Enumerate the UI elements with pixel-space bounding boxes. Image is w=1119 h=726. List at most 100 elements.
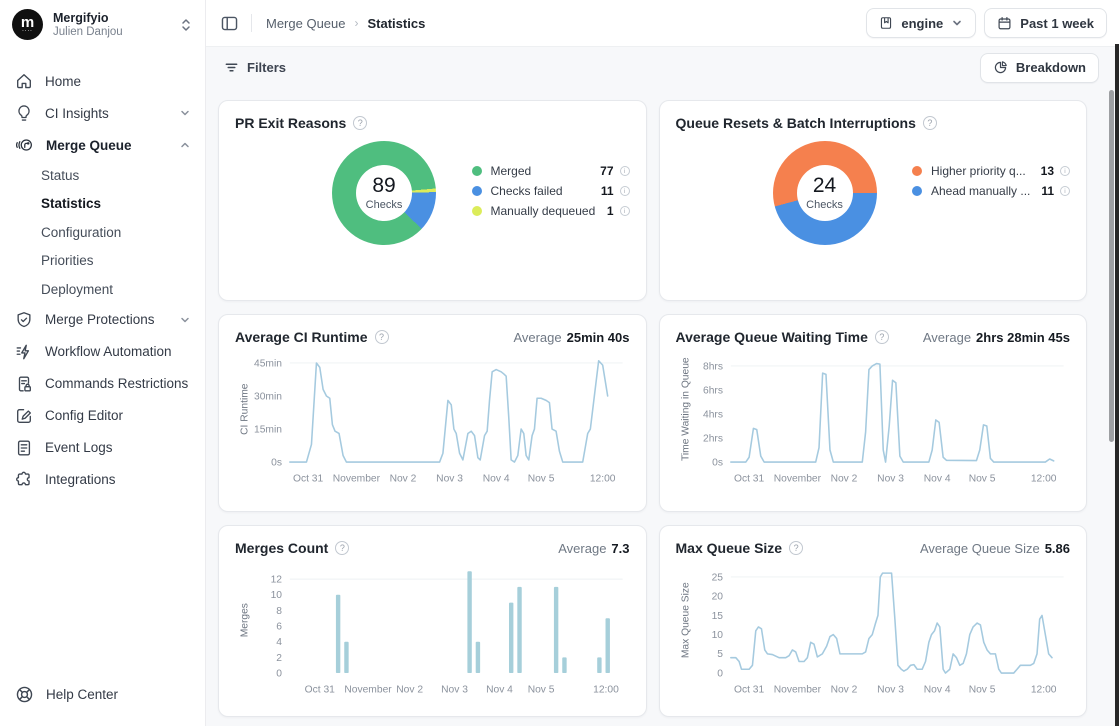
sidebar-item-label: Merge Protections — [45, 312, 167, 327]
x-tick-label: Nov 4 — [923, 474, 950, 485]
updown-chevron-icon — [179, 18, 193, 32]
vertical-scrollbar-thumb[interactable] — [1109, 90, 1114, 442]
bar — [562, 657, 566, 673]
legend-item[interactable]: Ahead manually ...11i — [912, 181, 1070, 201]
chevron-up-icon — [179, 139, 191, 151]
home-icon — [15, 72, 33, 90]
lifebuoy-icon — [15, 685, 34, 704]
average-value: 2hrs 28min 45s — [976, 330, 1070, 345]
sidebar-item-merge-queue[interactable]: Merge Queue — [0, 129, 205, 161]
help-icon[interactable]: ? — [875, 330, 889, 344]
help-icon[interactable]: ? — [375, 330, 389, 344]
help-center-label: Help Center — [46, 687, 118, 702]
repository-select[interactable]: engine — [866, 8, 976, 38]
legend-value: 1 — [607, 204, 614, 218]
time-range-button[interactable]: Past 1 week — [984, 8, 1107, 38]
card-title: Average Queue Waiting Time — [676, 329, 868, 345]
x-tick-label: Oct 31 — [305, 685, 336, 696]
legend-dot — [912, 166, 922, 176]
x-tick-label: Nov 4 — [486, 685, 513, 696]
filters-button[interactable]: Filters — [214, 53, 296, 83]
y-tick-label: 15min — [254, 424, 282, 435]
legend-item[interactable]: Checks failed11i — [472, 181, 630, 201]
line-chart: 0510152025Oct 31NovemberNov 2Nov 3Nov 4N… — [676, 558, 1071, 710]
sidebar-item-commands-restrictions[interactable]: Commands Restrictions — [0, 368, 205, 400]
sidebar-item-label: Commands Restrictions — [45, 376, 191, 391]
help-center-button[interactable]: Help Center — [0, 677, 205, 712]
legend-dot — [472, 186, 482, 196]
legend-item[interactable]: Manually dequeued1i — [472, 201, 630, 221]
y-tick-label: 6 — [276, 621, 282, 632]
sidebar-item-deployment[interactable]: Deployment — [0, 275, 205, 304]
info-icon[interactable]: i — [1060, 186, 1070, 196]
x-tick-label: Nov 5 — [968, 474, 995, 485]
sidebar-item-status[interactable]: Status — [0, 161, 205, 190]
sidebar: m.... Mergifyio Julien Danjou Home CI In… — [0, 0, 206, 726]
legend-value: 11 — [601, 184, 614, 198]
workspace-user: Julien Danjou — [53, 26, 169, 38]
breakdown-button[interactable]: Breakdown — [980, 53, 1099, 83]
y-axis-title: Time Waiting in Queue — [680, 357, 691, 461]
y-tick-label: 25 — [711, 572, 723, 583]
x-tick-label: November — [333, 474, 381, 485]
repository-select-value: engine — [901, 16, 943, 31]
help-icon[interactable]: ? — [789, 541, 803, 555]
dashboard-grid: PR Exit Reasons ? 89 Checks Merged77iChe… — [206, 88, 1099, 717]
sidebar-item-merge-protections[interactable]: Merge Protections — [0, 304, 205, 336]
y-axis-title: Merges — [240, 603, 251, 637]
x-tick-label: Nov 5 — [528, 685, 555, 696]
donut-chart: 89 Checks — [332, 141, 436, 245]
bar — [606, 618, 610, 673]
x-tick-label: November — [773, 685, 821, 696]
sidebar-item-configuration[interactable]: Configuration — [0, 218, 205, 247]
workspace-switcher[interactable]: m.... Mergifyio Julien Danjou — [0, 0, 205, 49]
y-tick-label: 10 — [271, 590, 283, 601]
sidebar-toggle-button[interactable] — [220, 14, 239, 33]
legend-item[interactable]: Merged77 i — [472, 161, 630, 181]
x-tick-label: Nov 5 — [528, 474, 555, 485]
card-pr-exit-reasons: PR Exit Reasons ? 89 Checks Merged77iChe… — [218, 100, 647, 301]
x-tick-label: Nov 3 — [877, 685, 904, 696]
help-icon[interactable]: ? — [923, 116, 937, 130]
y-tick-label: 6hrs — [703, 385, 723, 396]
header-divider — [251, 14, 252, 32]
legend-value: 77 — [600, 164, 613, 178]
info-icon[interactable]: i — [1060, 166, 1070, 176]
sidebar-item-ci-insights[interactable]: CI Insights — [0, 97, 205, 129]
help-icon[interactable]: ? — [335, 541, 349, 555]
breadcrumb-parent[interactable]: Merge Queue — [266, 16, 346, 31]
sidebar-item-integrations[interactable]: Integrations — [0, 464, 205, 496]
sidebar-item-priorities[interactable]: Priorities — [0, 247, 205, 276]
bar — [517, 587, 521, 673]
info-icon[interactable]: i — [620, 206, 630, 216]
x-tick-label: Nov 5 — [968, 685, 995, 696]
bar-chart: 024681012Oct 31NovemberNov 2Nov 3Nov 4No… — [235, 558, 630, 710]
sidebar-item-statistics[interactable]: Statistics — [0, 190, 205, 219]
chevron-down-icon — [179, 314, 191, 326]
sidebar-item-event-logs[interactable]: Event Logs — [0, 432, 205, 464]
legend-dot — [472, 206, 482, 216]
help-icon[interactable]: ? — [353, 116, 367, 130]
legend-dot — [912, 186, 922, 196]
info-icon[interactable]: i — [620, 166, 630, 176]
sidebar-item-label: Event Logs — [45, 440, 191, 455]
sidebar-item-config-editor[interactable]: Config Editor — [0, 400, 205, 432]
info-icon[interactable]: i — [620, 186, 630, 196]
bar — [467, 571, 471, 673]
card-title: Queue Resets & Batch Interruptions — [676, 115, 916, 131]
breakdown-label: Breakdown — [1016, 60, 1086, 75]
average-label: Average — [513, 330, 561, 345]
y-tick-label: 0 — [276, 668, 282, 679]
y-tick-label: 0s — [712, 457, 723, 468]
legend-label: Merged — [491, 164, 601, 178]
card-average-ci-runtime: Average CI Runtime ? Average25min 40s 0s… — [218, 314, 647, 512]
sidebar-item-home[interactable]: Home — [0, 65, 205, 97]
legend-item[interactable]: Higher priority q...13i — [912, 161, 1070, 181]
x-tick-label: Nov 3 — [441, 685, 468, 696]
donut-center-value: 24 — [813, 175, 836, 196]
chart-canvas: 0s2hrs4hrs6hrs8hrsOct 31NovemberNov 2Nov… — [676, 347, 1071, 489]
card-title: PR Exit Reasons — [235, 115, 346, 131]
chevron-down-icon — [179, 107, 191, 119]
sidebar-item-workflow-automation[interactable]: Workflow Automation — [0, 336, 205, 368]
sidebar-item-label: Home — [45, 74, 191, 89]
